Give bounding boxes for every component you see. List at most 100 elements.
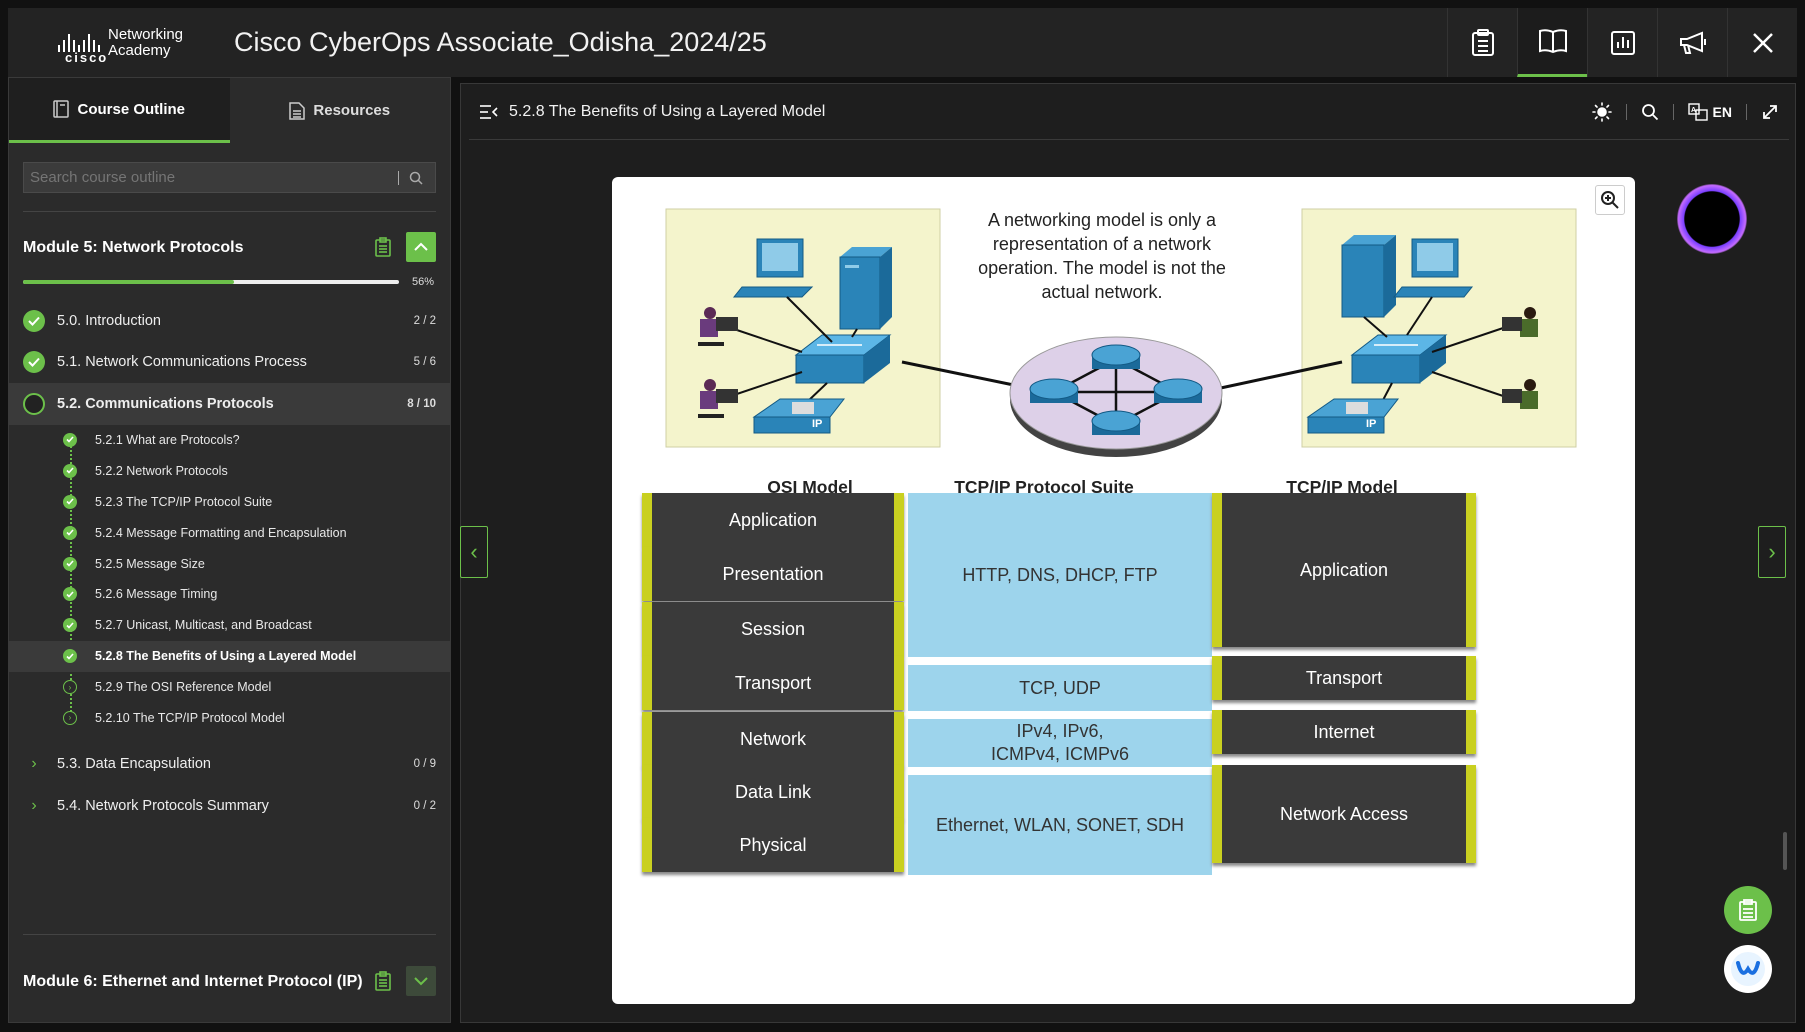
search-input[interactable] (24, 169, 398, 186)
fullscreen-icon[interactable] (1761, 103, 1779, 121)
module-5: Module 5: Network Protocols 56% (9, 212, 450, 288)
tcpip-layer-network-access: Network Access (1212, 765, 1476, 863)
protocols-network-line2: ICMPv4, ICMPv6 (990, 744, 1130, 764)
section-5-1[interactable]: 5.1. Network Communications Process 5 / … (9, 342, 450, 384)
osi-layer-data-link: Data Link (642, 765, 904, 819)
search-icon[interactable] (1641, 103, 1659, 121)
list-item-5-2-9[interactable]: › 5.2.9 The OSI Reference Model (9, 672, 450, 703)
check-icon (63, 649, 77, 664)
phone-ip-label: IP (1366, 418, 1376, 430)
wan-cloud (1009, 336, 1223, 457)
tab-course-outline[interactable]: Course Outline (9, 78, 230, 143)
list-item-5-2-6[interactable]: 5.2.6 Message Timing (9, 579, 450, 610)
notes-button[interactable] (1724, 886, 1772, 934)
protocols-transport: TCP, UDP (908, 665, 1212, 711)
router-icon (1091, 410, 1141, 435)
clipboard-icon (375, 237, 391, 257)
clipboard-icon (1471, 28, 1494, 56)
in-progress-icon (23, 392, 45, 415)
section-5-2-items: 5.2.1 What are Protocols? 5.2.2 Network … (9, 425, 450, 734)
tcpip-layer-internet: Internet (1212, 710, 1476, 754)
scrollbar[interactable] (1783, 832, 1787, 870)
osi-layer-transport: Transport (642, 656, 904, 710)
section-label: 5.2. Communications Protocols (57, 395, 274, 412)
section-count: 0 / 2 (413, 799, 436, 812)
bar-chart-icon (1610, 30, 1635, 55)
book-icon (1538, 29, 1567, 54)
chevron-right-icon: › (63, 680, 77, 695)
grades-button[interactable] (1587, 8, 1657, 77)
chevron-right-icon: › (1768, 539, 1776, 564)
brand-line1: Networking (108, 25, 184, 43)
section-count: 5 / 6 (413, 356, 436, 369)
server-icon (839, 247, 892, 330)
list-item-5-2-3[interactable]: 5.2.3 The TCP/IP Protocol Suite (9, 486, 450, 517)
check-icon (23, 351, 45, 374)
close-button[interactable] (1727, 8, 1797, 77)
phone-ip-label: IP (812, 418, 822, 430)
check-icon (63, 494, 77, 509)
assistant-ring-button[interactable] (1677, 184, 1747, 254)
osi-layer-application: Application (642, 493, 904, 547)
clipboard-button[interactable] (1447, 8, 1517, 77)
check-icon (63, 587, 77, 602)
cisco-word: cisco (65, 50, 109, 65)
svg-text:A: A (1691, 107, 1696, 114)
clipboard-icon (1739, 899, 1757, 921)
webex-button[interactable] (1724, 945, 1772, 993)
list-item-5-2-4[interactable]: 5.2.4 Message Formatting and Encapsulati… (9, 517, 450, 548)
tcpip-layer-transport: Transport (1212, 656, 1476, 700)
language-button[interactable]: A EN (1687, 103, 1732, 121)
check-icon (63, 525, 77, 540)
list-item-5-2-5[interactable]: 5.2.5 Message Size (9, 548, 450, 579)
chevron-up-icon (414, 242, 428, 251)
tcpip-layer-application: Application (1212, 493, 1476, 647)
brightness-icon[interactable] (1591, 102, 1612, 122)
book-button[interactable] (1517, 8, 1587, 77)
list-item-5-2-2[interactable]: 5.2.2 Network Protocols (9, 455, 450, 486)
section-5-2[interactable]: 5.2. Communications Protocols 8 / 10 (9, 383, 450, 425)
announcements-button[interactable] (1657, 8, 1727, 77)
list-item-label: 5.2.5 Message Size (95, 556, 205, 571)
next-page-button[interactable]: › (1758, 526, 1786, 578)
module-5-title: Module 5: Network Protocols (23, 238, 244, 256)
module-5-progress: 56% (23, 276, 436, 288)
progress-fill (23, 280, 234, 284)
section-label: 5.0. Introduction (57, 312, 161, 329)
section-count: 2 / 2 (413, 314, 436, 327)
osi-layer-network: Network (642, 712, 904, 766)
section-label: 5.1. Network Communications Process (57, 354, 307, 371)
list-item-5-2-10[interactable]: › 5.2.10 The TCP/IP Protocol Model (9, 703, 450, 734)
megaphone-icon (1679, 31, 1706, 54)
list-item-5-2-8[interactable]: 5.2.8 The Benefits of Using a Layered Mo… (9, 640, 450, 672)
router-icon (1029, 378, 1079, 403)
previous-page-button[interactable]: ‹ (460, 526, 488, 578)
search-icon[interactable] (409, 171, 423, 185)
course-title: Cisco CyberOps Associate_Odisha_2024/25 (234, 27, 767, 57)
figure-card: A networking model is only a representat… (612, 177, 1635, 1004)
module-quiz-button[interactable] (370, 968, 396, 994)
list-item-5-2-7[interactable]: 5.2.7 Unicast, Multicast, and Broadcast (9, 610, 450, 641)
section-5-4[interactable]: › 5.4. Network Protocols Summary 0 / 2 (9, 785, 450, 827)
list-item-label: 5.2.9 The OSI Reference Model (95, 680, 272, 695)
translate-icon: A (1687, 103, 1708, 121)
section-label: 5.3. Data Encapsulation (57, 756, 211, 773)
module-5-collapse-button[interactable] (406, 232, 436, 262)
section-5-0[interactable]: 5.0. Introduction 2 / 2 (9, 300, 450, 342)
list-item-5-2-1[interactable]: 5.2.1 What are Protocols? (9, 425, 450, 456)
course-outline-sidebar: Course Outline Resources Module 5: Netwo… (8, 77, 451, 1023)
list-item-label: 5.2.2 Network Protocols (95, 463, 228, 478)
tab-course-outline-label: Course Outline (77, 100, 185, 118)
collapse-menu-icon[interactable] (479, 104, 499, 120)
module-6-expand-button[interactable] (406, 966, 436, 996)
tab-resources[interactable]: Resources (229, 78, 450, 143)
module-quiz-button[interactable] (370, 234, 396, 260)
module-6: Module 6: Ethernet and Internet Protocol… (9, 934, 450, 1017)
chevron-left-icon: ‹ (470, 539, 478, 564)
outline-icon (53, 100, 70, 118)
server-icon (1341, 235, 1396, 318)
section-5-3[interactable]: › 5.3. Data Encapsulation 0 / 9 (9, 743, 450, 785)
webex-icon (1731, 952, 1765, 986)
check-icon (63, 463, 77, 478)
protocols-network: IPv4, IPv6, ICMPv4, ICMPv6 (908, 719, 1212, 767)
